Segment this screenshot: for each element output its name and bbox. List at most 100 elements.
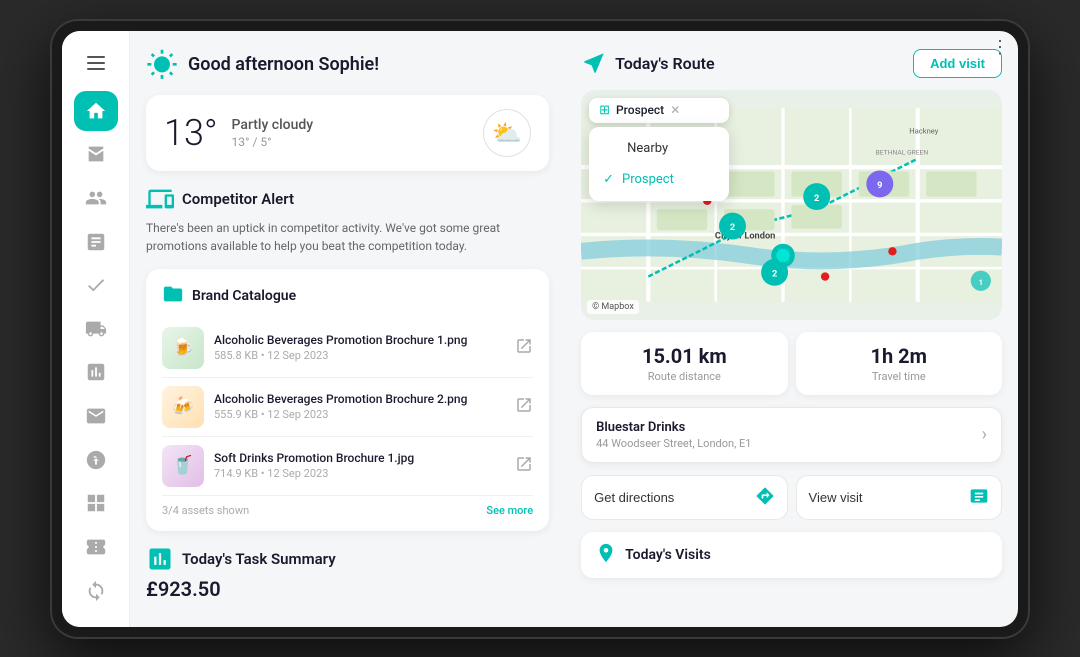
route-icon [581, 50, 607, 76]
asset-item: 🍺 Alcoholic Beverages Promotion Brochure… [162, 319, 533, 378]
weather-left: 13° Partly cloudy 13° / 5° [164, 112, 313, 154]
task-summary-header: Today's Task Summary [146, 545, 549, 573]
asset-item: 🥤 Soft Drinks Promotion Brochure 1.jpg 7… [162, 437, 533, 496]
get-directions-button[interactable]: Get directions [581, 475, 787, 520]
sidebar-item-mail[interactable] [74, 396, 118, 436]
task-amount: £923.50 [146, 577, 549, 601]
weather-card: 13° Partly cloudy 13° / 5° ⛅ [146, 95, 549, 171]
competitor-alert-header: Competitor Alert [146, 185, 549, 213]
svg-text:Hackney: Hackney [909, 126, 938, 135]
asset-thumbnail-3: 🥤 [162, 445, 204, 487]
sidebar-item-ticket[interactable] [74, 527, 118, 567]
competitor-alert-title: Competitor Alert [182, 190, 294, 208]
sidebar-item-grid[interactable] [74, 484, 118, 524]
sidebar-item-store[interactable] [74, 135, 118, 175]
task-summary-title: Today's Task Summary [182, 550, 336, 568]
svg-text:2: 2 [814, 192, 819, 203]
filter-chip[interactable]: ⊞ Prospect ✕ [589, 98, 729, 123]
visits-title: Today's Visits [625, 547, 711, 563]
main-content: Good afternoon Sophie! 13° Partly cloudy… [130, 31, 1018, 627]
visit-label: View visit [809, 490, 863, 505]
catalogue-footer: 3/4 assets shown See more [162, 504, 533, 517]
location-chevron-icon: › [982, 424, 987, 445]
weather-description: Partly cloudy [232, 117, 314, 133]
filter-chip-icon: ⊞ [599, 103, 610, 118]
route-title: Today's Route [615, 54, 715, 73]
route-time-value: 1h 2m [810, 344, 988, 368]
asset-open-icon-2[interactable] [515, 396, 533, 418]
filter-option-prospect[interactable]: ✓ Prospect [589, 164, 729, 195]
svg-text:1: 1 [979, 277, 983, 286]
dots-menu[interactable]: ⋮ [991, 37, 1010, 58]
catalogue-header: Brand Catalogue [162, 283, 533, 309]
competitor-icon [146, 185, 174, 213]
sidebar-item-tasks[interactable] [74, 265, 118, 305]
route-header: Today's Route Add visit [581, 49, 1002, 78]
assets-shown-text: 3/4 assets shown [162, 504, 249, 517]
right-panel: Today's Route Add visit [565, 31, 1018, 627]
asset-thumbnail-1: 🍺 [162, 327, 204, 369]
visits-icon [595, 542, 617, 568]
catalogue-icon [162, 283, 184, 309]
stat-card-distance: 15.01 km Route distance [581, 332, 787, 395]
asset-name-1: Alcoholic Beverages Promotion Brochure 1… [214, 333, 505, 347]
weather-info: Partly cloudy 13° / 5° [232, 117, 314, 149]
svg-text:9: 9 [877, 180, 882, 191]
asset-meta-2: 555.9 KB • 12 Sep 2023 [214, 408, 505, 421]
sidebar-item-money[interactable] [74, 440, 118, 480]
svg-text:2: 2 [772, 268, 777, 279]
asset-thumbnail-2: 🍻 [162, 386, 204, 428]
visits-section: Today's Visits [581, 532, 1002, 578]
route-distance-label: Route distance [595, 370, 773, 383]
sidebar-item-analytics[interactable] [74, 353, 118, 393]
sidebar-item-home[interactable] [74, 91, 118, 131]
sidebar-item-people[interactable] [74, 178, 118, 218]
weather-icon: ⛅ [483, 109, 531, 157]
brand-catalogue-card: Brand Catalogue 🍺 Alcoholic Beverages Pr… [146, 269, 549, 531]
sidebar-item-delivery[interactable] [74, 309, 118, 349]
filter-overlay: ⊞ Prospect ✕ Nearby ✓ Prospect [589, 98, 729, 201]
location-address: 44 Woodseer Street, London, E1 [596, 437, 751, 450]
location-card[interactable]: Bluestar Drinks 44 Woodseer Street, Lond… [581, 407, 1002, 463]
directions-icon [755, 486, 775, 509]
asset-info-3: Soft Drinks Promotion Brochure 1.jpg 714… [214, 451, 505, 480]
weather-temperature: 13° [164, 112, 218, 154]
map-container: City of London Hackney BETHNAL GREEN 2 2… [581, 90, 1002, 320]
add-visit-button[interactable]: Add visit [913, 49, 1002, 78]
hamburger-menu[interactable] [78, 47, 114, 79]
route-distance-value: 15.01 km [595, 344, 773, 368]
filter-chip-label: Prospect [616, 103, 664, 117]
filter-nearby-label: Nearby [627, 141, 668, 156]
filter-dropdown: Nearby ✓ Prospect [589, 127, 729, 201]
asset-info-2: Alcoholic Beverages Promotion Brochure 2… [214, 392, 505, 421]
asset-info-1: Alcoholic Beverages Promotion Brochure 1… [214, 333, 505, 362]
asset-item: 🍻 Alcoholic Beverages Promotion Brochure… [162, 378, 533, 437]
location-info: Bluestar Drinks 44 Woodseer Street, Lond… [596, 420, 751, 450]
sidebar [62, 31, 130, 627]
competitor-alert-section: Competitor Alert There's been an uptick … [146, 185, 549, 255]
asset-name-2: Alcoholic Beverages Promotion Brochure 2… [214, 392, 505, 406]
asset-open-icon-1[interactable] [515, 337, 533, 359]
route-title-row: Today's Route [581, 50, 715, 76]
catalogue-title: Brand Catalogue [192, 288, 296, 304]
asset-meta-3: 714.9 KB • 12 Sep 2023 [214, 467, 505, 480]
sidebar-item-orders[interactable] [74, 222, 118, 262]
task-summary-section: Today's Task Summary £923.50 [146, 545, 549, 601]
left-panel: Good afternoon Sophie! 13° Partly cloudy… [130, 31, 565, 627]
see-more-link[interactable]: See more [486, 504, 533, 517]
directions-label: Get directions [594, 490, 674, 505]
asset-open-icon-3[interactable] [515, 455, 533, 477]
greeting-text: Good afternoon Sophie! [188, 54, 379, 75]
mapbox-attribution: © Mapbox [587, 300, 639, 314]
route-stats: 15.01 km Route distance 1h 2m Travel tim… [581, 332, 1002, 395]
sidebar-item-sync[interactable] [74, 571, 118, 611]
competitor-alert-text: There's been an uptick in competitor act… [146, 219, 549, 255]
view-visit-button[interactable]: View visit [796, 475, 1002, 520]
location-name: Bluestar Drinks [596, 420, 751, 435]
filter-chip-close[interactable]: ✕ [670, 103, 680, 117]
svg-text:BETHNAL GREEN: BETHNAL GREEN [876, 148, 929, 156]
filter-option-nearby[interactable]: Nearby [589, 133, 729, 164]
weather-range: 13° / 5° [232, 135, 314, 149]
filter-check-icon: ✓ [603, 172, 614, 187]
visit-icon [969, 486, 989, 509]
